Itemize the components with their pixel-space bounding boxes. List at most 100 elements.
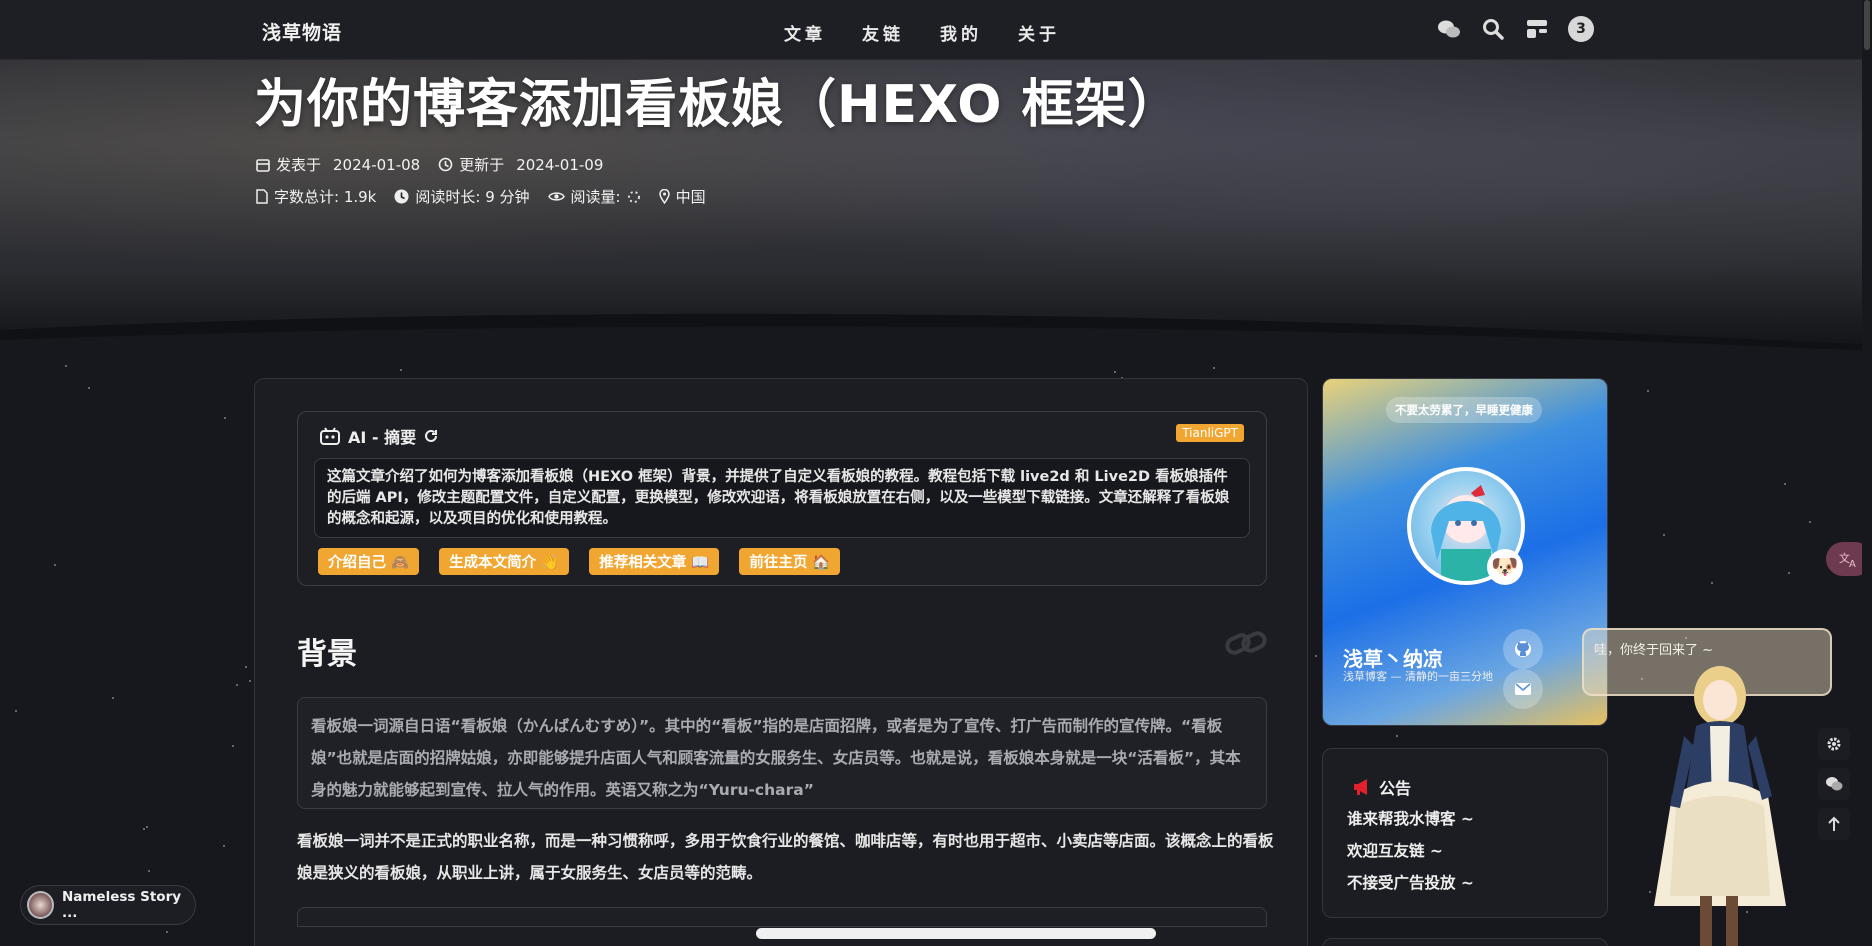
post-title: 为你的博客添加看板娘（HEXO 框架） xyxy=(254,75,1181,135)
chat-icon[interactable] xyxy=(1818,768,1850,800)
star-dot xyxy=(223,845,225,847)
star-dot xyxy=(1711,582,1713,584)
wechat-icon[interactable] xyxy=(1436,16,1462,42)
main-menu: 文章 友链 我的 关于 xyxy=(784,20,1060,45)
go-home-button[interactable]: 前往主页 🏠 xyxy=(739,548,841,575)
star-dot xyxy=(1114,371,1116,373)
profile-tip: 不要太劳累了，早睡更健康 xyxy=(1386,397,1542,423)
star-dot xyxy=(15,710,17,712)
star-dot xyxy=(166,931,168,933)
article-paragraph: 看板娘一词并不是正式的职业名称，而是一种习惯称呼，多用于饮食行业的餐馆、咖啡店等… xyxy=(297,832,1274,882)
star-dot xyxy=(1213,367,1215,369)
dog-emoji-badge: 🐶 xyxy=(1487,549,1523,585)
album-cover[interactable] xyxy=(27,891,54,919)
star-dot xyxy=(146,826,148,828)
star-dot xyxy=(1809,521,1811,523)
star-dot xyxy=(232,745,234,747)
star-dot xyxy=(245,666,247,668)
ai-summary-title: AI - 摘要 xyxy=(348,428,417,447)
read-time: 阅读时长: 9 分钟 xyxy=(415,188,530,206)
notification-badge[interactable]: 3 xyxy=(1568,16,1594,42)
star-dot xyxy=(1663,534,1665,536)
introduce-self-button[interactable]: 介绍自己 🙈 xyxy=(318,548,420,575)
star-dot xyxy=(65,365,67,367)
vertical-scroll-thumb[interactable] xyxy=(1864,0,1870,50)
announcement-title: 公告 xyxy=(1379,779,1412,798)
author-profile-card: 不要太劳累了，早睡更健康 🐶 浅草丶纳凉 浅草博客 — 清静的一亩三分地 xyxy=(1322,378,1608,726)
post-meta-stats: 字数总计: 1.9k 阅读时长: 9 分钟 阅读量: 中国 xyxy=(256,186,718,207)
star-dot xyxy=(88,387,90,389)
calendar-icon xyxy=(256,158,270,172)
file-word-icon xyxy=(256,189,268,204)
star-dot xyxy=(1647,390,1649,392)
email-icon[interactable] xyxy=(1503,669,1543,709)
next-content-block xyxy=(297,907,1267,927)
menu-item-friends[interactable]: 友链 xyxy=(862,20,904,45)
music-player[interactable]: Nameless Story ... xyxy=(20,885,196,925)
svg-text:A: A xyxy=(1849,559,1856,568)
star-dot xyxy=(236,684,238,686)
top-navbar: 浅草物语 文章 友链 我的 关于 3 xyxy=(0,0,1862,60)
nav-actions: 3 xyxy=(1436,16,1594,42)
loading-spinner-icon xyxy=(627,190,640,203)
author-name: 浅草丶纳凉 xyxy=(1343,647,1443,671)
generate-summary-button[interactable]: 生成本文简介 👋 xyxy=(439,548,570,575)
star-dot xyxy=(224,417,226,419)
blockquote: 看板娘一词源自日语“看板娘（かんばんむすめ）”。其中的“看板”指的是店面招牌，或… xyxy=(297,697,1267,809)
translate-icon: 文A xyxy=(1839,551,1856,568)
track-title: Nameless Story ... xyxy=(61,889,182,921)
next-sidebar-card xyxy=(1322,938,1608,946)
star-dot xyxy=(112,697,114,699)
star-dot xyxy=(143,828,145,830)
menu-item-about[interactable]: 关于 xyxy=(1018,20,1060,45)
tianligpt-badge[interactable]: TianliGPT xyxy=(1176,424,1244,442)
star-dot xyxy=(1315,655,1317,657)
article-card: AI - 摘要 TianliGPT 这篇文章介绍了如何为博客添加看板娘（HEXO… xyxy=(254,378,1308,946)
star-dot xyxy=(148,870,150,872)
gear-icon[interactable] xyxy=(1818,728,1850,760)
ai-summary-box: AI - 摘要 TianliGPT 这篇文章介绍了如何为博客添加看板娘（HEXO… xyxy=(297,411,1267,586)
recommend-articles-button[interactable]: 推荐相关文章 📖 xyxy=(589,548,720,575)
star-dot xyxy=(400,369,402,371)
clock-icon xyxy=(394,189,409,204)
updated-date: 2024-01-09 xyxy=(516,155,604,174)
views-label: 阅读量: xyxy=(570,188,621,206)
robot-icon xyxy=(320,427,340,445)
word-count: 字数总计: 1.9k xyxy=(274,188,377,206)
menu-item-articles[interactable]: 文章 xyxy=(784,20,826,45)
search-icon[interactable] xyxy=(1480,16,1506,42)
history-icon xyxy=(438,157,453,172)
star-dot xyxy=(1396,735,1398,737)
published-date: 2024-01-08 xyxy=(333,155,421,174)
star-dot xyxy=(249,680,251,682)
layout-icon[interactable] xyxy=(1524,16,1550,42)
menu-item-mine[interactable]: 我的 xyxy=(940,20,982,45)
updated-label: 更新于 xyxy=(459,156,505,174)
ai-summary-text: 这篇文章介绍了如何为博客添加看板娘（HEXO 框架）背景，并提供了自定义看板娘的… xyxy=(314,458,1250,538)
author-description: 浅草博客 — 清静的一亩三分地 xyxy=(1343,670,1493,683)
published-label: 发表于 xyxy=(276,156,322,174)
announcement-header: 公告 xyxy=(1353,775,1411,799)
section-heading: 背景 xyxy=(297,637,357,672)
live2d-character[interactable] xyxy=(1636,656,1800,946)
github-icon[interactable] xyxy=(1503,629,1543,669)
banner-wave xyxy=(0,313,1862,358)
location-pin-icon xyxy=(658,189,670,204)
site-brand[interactable]: 浅草物语 xyxy=(262,18,342,45)
announcement-card: 公告 谁来帮我水博客 ~ 欢迎互友链 ~ 不接受广告投放 ~ xyxy=(1322,748,1608,918)
eye-icon xyxy=(547,192,565,201)
star-dot xyxy=(1784,483,1786,485)
post-meta-dates: 发表于 2024-01-08 更新于 2024-01-09 xyxy=(256,154,615,175)
vertical-scrollbar[interactable] xyxy=(1862,0,1872,946)
announcement-item: 谁来帮我水博客 ~ xyxy=(1347,810,1474,828)
horizontal-scrollbar[interactable] xyxy=(756,928,1156,939)
star-dot xyxy=(54,564,56,566)
announcement-item: 欢迎互友链 ~ xyxy=(1347,842,1443,860)
megaphone-icon xyxy=(1354,779,1367,795)
ai-summary-header: AI - 摘要 xyxy=(320,424,438,448)
location: 中国 xyxy=(675,188,706,206)
refresh-icon[interactable] xyxy=(424,429,438,443)
arrow-up-icon[interactable] xyxy=(1818,808,1850,840)
announcement-item: 不接受广告投放 ~ xyxy=(1347,874,1474,892)
anchor-link-icon[interactable] xyxy=(1225,629,1269,659)
